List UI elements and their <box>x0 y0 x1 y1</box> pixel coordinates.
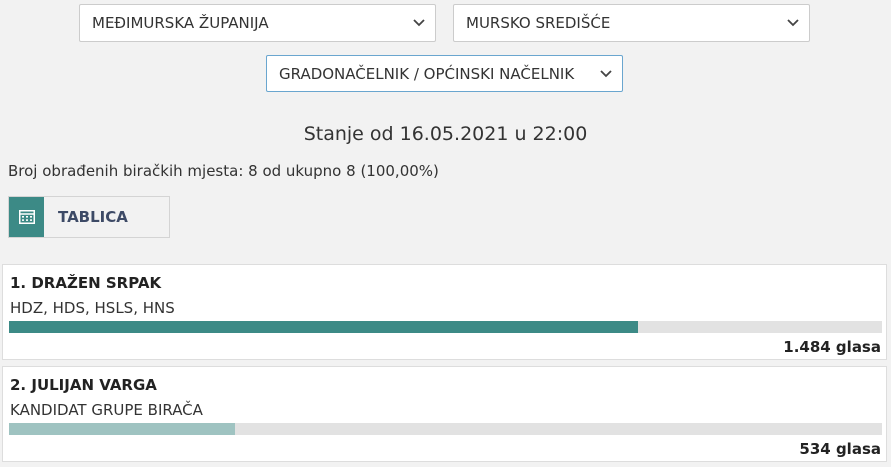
candidate-party: HDZ, HDS, HSLS, HNS <box>10 299 175 317</box>
table-icon-box <box>9 197 44 237</box>
vote-bar-track <box>9 321 882 333</box>
candidate-party: KANDIDAT GRUPE BIRAČA <box>10 401 203 419</box>
office-select[interactable]: GRADONAČELNIK / OPĆINSKI NAČELNIK <box>266 55 623 92</box>
table-view-button[interactable]: TABLICA <box>8 196 170 238</box>
chevron-down-icon <box>787 19 799 27</box>
vote-bar-track <box>9 423 882 435</box>
candidate-name: 1. DRAŽEN SRPAK <box>10 274 162 292</box>
town-select-value: MURSKO SREDIŠĆE <box>466 14 611 32</box>
chevron-down-icon <box>413 19 425 27</box>
results-status-heading: Stanje od 16.05.2021 u 22:00 <box>303 123 588 145</box>
candidate-name: 2. JULIJAN VARGA <box>10 376 157 394</box>
candidate-votes: 534 glasa <box>799 440 881 458</box>
vote-bar-fill <box>9 423 236 435</box>
county-select[interactable]: MEĐIMURSKA ŽUPANIJA <box>79 4 436 42</box>
town-select[interactable]: MURSKO SREDIŠĆE <box>453 4 810 42</box>
vote-bar-fill <box>9 321 638 333</box>
county-select-value: MEĐIMURSKA ŽUPANIJA <box>92 14 269 32</box>
candidate-card: 2. JULIJAN VARGA KANDIDAT GRUPE BIRAČA 5… <box>2 366 887 462</box>
candidate-votes: 1.484 glasa <box>783 338 881 356</box>
table-view-label: TABLICA <box>58 208 128 226</box>
table-icon <box>18 210 35 224</box>
polling-stations-count: Broj obrađenih biračkih mjesta: 8 od uku… <box>8 162 439 180</box>
office-select-value: GRADONAČELNIK / OPĆINSKI NAČELNIK <box>279 64 575 83</box>
chevron-down-icon <box>600 69 612 77</box>
candidate-card: 1. DRAŽEN SRPAK HDZ, HDS, HSLS, HNS 1.48… <box>2 264 887 360</box>
